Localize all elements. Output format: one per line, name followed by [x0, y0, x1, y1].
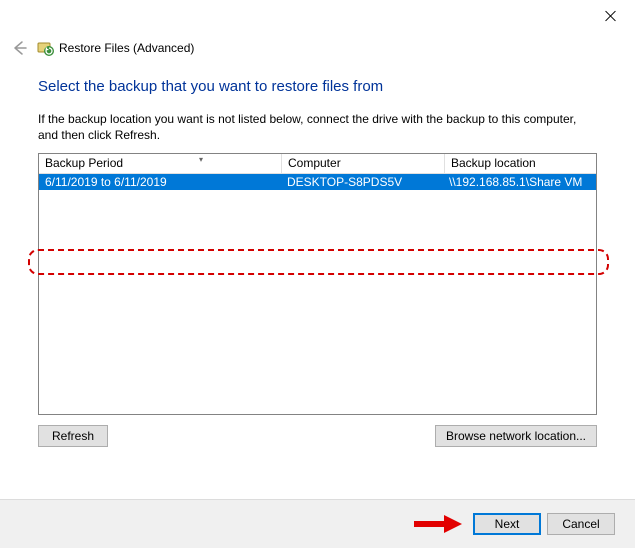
backup-list[interactable]: Backup Period ▾ Computer Backup location…	[38, 153, 597, 415]
column-header-label: Backup Period	[45, 156, 123, 170]
restore-icon	[36, 39, 54, 57]
window-title: Restore Files (Advanced)	[59, 41, 194, 55]
refresh-button[interactable]: Refresh	[38, 425, 108, 447]
cell-computer: DESKTOP-S8PDS5V	[281, 175, 443, 189]
back-button[interactable]	[10, 38, 30, 58]
browse-network-button[interactable]: Browse network location...	[435, 425, 597, 447]
column-header-location[interactable]: Backup location	[445, 154, 596, 174]
cell-location: \\192.168.85.1\Share VM	[443, 175, 596, 189]
table-row[interactable]: 6/11/2019 to 6/11/2019 DESKTOP-S8PDS5V \…	[39, 174, 596, 190]
page-heading: Select the backup that you want to resto…	[38, 78, 597, 95]
cancel-button[interactable]: Cancel	[547, 513, 615, 535]
column-header-period[interactable]: Backup Period ▾	[39, 154, 282, 174]
close-button[interactable]	[605, 10, 617, 22]
sort-indicator-icon: ▾	[199, 155, 203, 164]
footer-bar: Next Cancel	[0, 499, 635, 548]
next-button[interactable]: Next	[473, 513, 541, 535]
column-header-label: Backup location	[451, 156, 536, 170]
cell-period: 6/11/2019 to 6/11/2019	[39, 175, 281, 189]
column-header-computer[interactable]: Computer	[282, 154, 445, 174]
instruction-text: If the backup location you want is not l…	[38, 111, 597, 143]
column-header-label: Computer	[288, 156, 341, 170]
